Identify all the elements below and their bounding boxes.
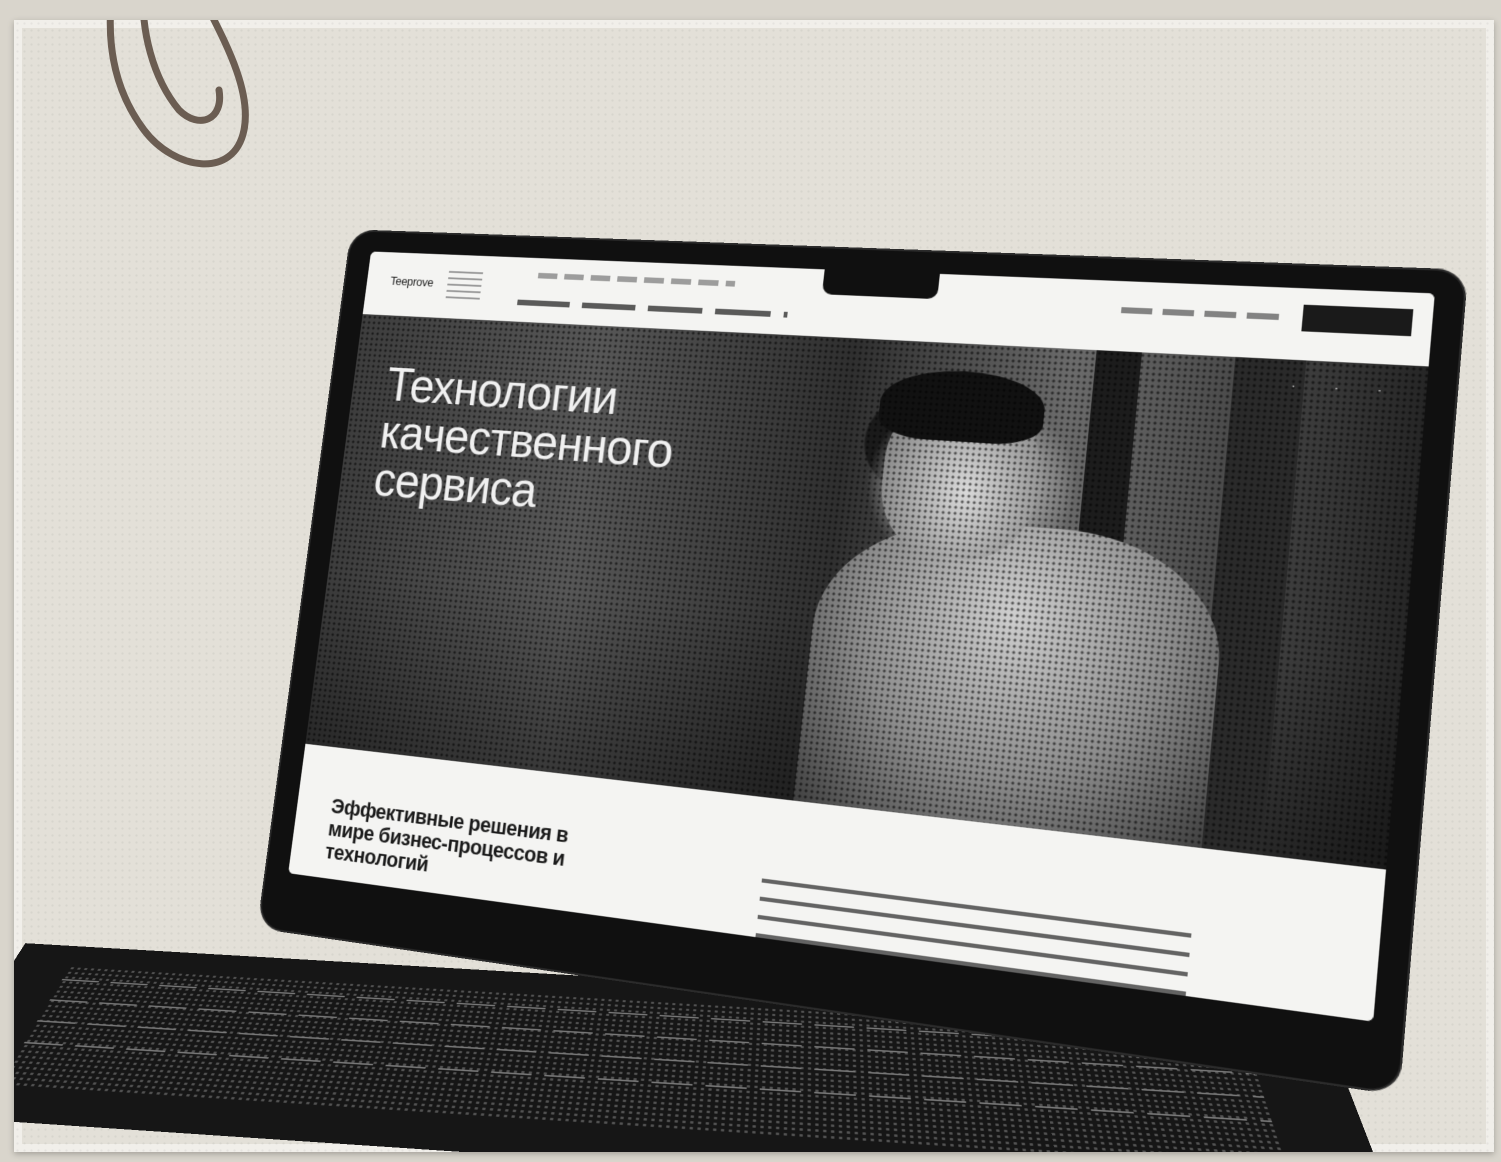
site-top-nav[interactable] <box>537 272 736 287</box>
logo-tagline <box>445 270 484 300</box>
intro-heading: Эффективные решения в мире бизнес-процес… <box>323 793 570 877</box>
laptop-lid: Teeprove Технологии качественного сервис… <box>258 231 1466 1093</box>
site-main-nav[interactable] <box>517 299 788 318</box>
camera-notch <box>821 269 940 300</box>
hero-title: Технологии качественного сервиса <box>370 358 676 519</box>
laptop-screen: Teeprove Технологии качественного сервис… <box>288 251 1435 1022</box>
header-contacts[interactable] <box>1120 307 1290 321</box>
paperclip-icon <box>106 20 249 168</box>
header-cta-button[interactable] <box>1301 304 1414 337</box>
site-logo[interactable]: Teeprove <box>390 274 435 289</box>
photo-frame: Teeprove Технологии качественного сервис… <box>14 20 1494 1152</box>
intro-paragraph <box>751 878 1192 1022</box>
